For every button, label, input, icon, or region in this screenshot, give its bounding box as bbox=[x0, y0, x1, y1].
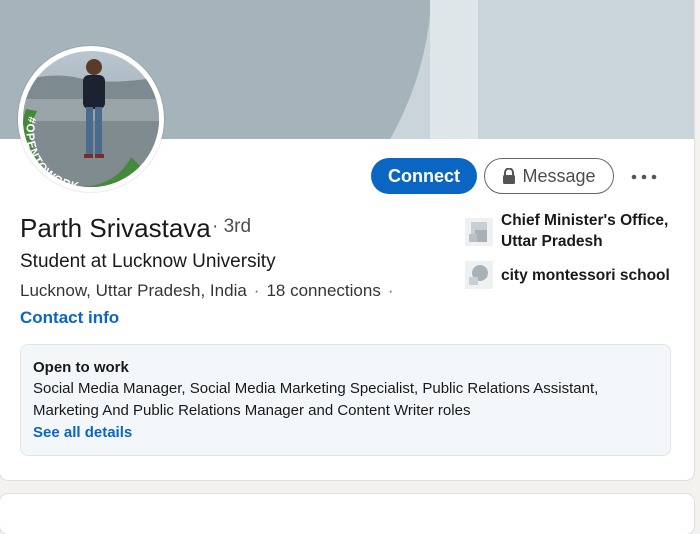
lock-icon bbox=[502, 168, 516, 184]
location: Lucknow, Uttar Pradesh, India bbox=[20, 281, 247, 300]
connection-degree: · 3rd bbox=[212, 216, 251, 238]
connect-button[interactable]: Connect bbox=[371, 158, 477, 194]
experience-item[interactable]: Chief Minister's Office, Uttar Pradesh bbox=[465, 210, 668, 252]
more-horizontal-icon bbox=[631, 174, 657, 180]
separator-dot: · bbox=[253, 281, 260, 300]
more-actions-button[interactable] bbox=[627, 162, 661, 192]
message-button[interactable]: Message bbox=[484, 158, 614, 194]
profile-card: #OPENTOWORK Connect Message Parth Srivas… bbox=[0, 0, 694, 480]
connect-label: Connect bbox=[388, 165, 460, 186]
experience-label-line: Uttar Pradesh bbox=[501, 233, 603, 250]
degree-separator: · bbox=[212, 216, 219, 237]
avatar[interactable]: #OPENTOWORK bbox=[18, 46, 164, 192]
contact-info-link[interactable]: Contact info bbox=[20, 307, 119, 329]
see-all-details-link[interactable]: See all details bbox=[33, 422, 658, 444]
experience-label: Chief Minister's Office, Uttar Pradesh bbox=[501, 210, 668, 252]
cover-strip bbox=[430, 0, 478, 139]
separator-dot: · bbox=[387, 281, 394, 300]
education-item[interactable]: city montessori school bbox=[465, 261, 670, 289]
open-to-work-roles: Social Media Manager, Social Media Marke… bbox=[33, 378, 653, 422]
profile-headline: Student at Lucknow University bbox=[20, 251, 276, 272]
profile-name: Parth Srivastava bbox=[20, 213, 211, 243]
next-section-card bbox=[0, 494, 694, 534]
school-logo-icon bbox=[465, 261, 493, 289]
open-to-work-title: Open to work bbox=[33, 359, 129, 376]
experience-label-line: Chief Minister's Office, bbox=[501, 212, 669, 229]
profile-photo: #OPENTOWORK bbox=[23, 51, 159, 187]
roles-line: Marketing And Public Relations Manager a… bbox=[33, 402, 471, 419]
message-label: Message bbox=[522, 165, 596, 186]
profile-photo-image: #OPENTOWORK bbox=[23, 51, 159, 187]
degree-label: 3rd bbox=[223, 216, 252, 237]
roles-line: Social Media Manager, Social Media Marke… bbox=[33, 380, 599, 397]
open-to-work-card[interactable]: Open to work Social Media Manager, Socia… bbox=[20, 344, 671, 456]
connections-count[interactable]: 18 connections bbox=[266, 280, 380, 302]
company-logo-icon bbox=[465, 218, 493, 246]
education-label: city montessori school bbox=[501, 266, 670, 284]
location-line: Lucknow, Uttar Pradesh, India · 18 conne… bbox=[20, 280, 401, 302]
